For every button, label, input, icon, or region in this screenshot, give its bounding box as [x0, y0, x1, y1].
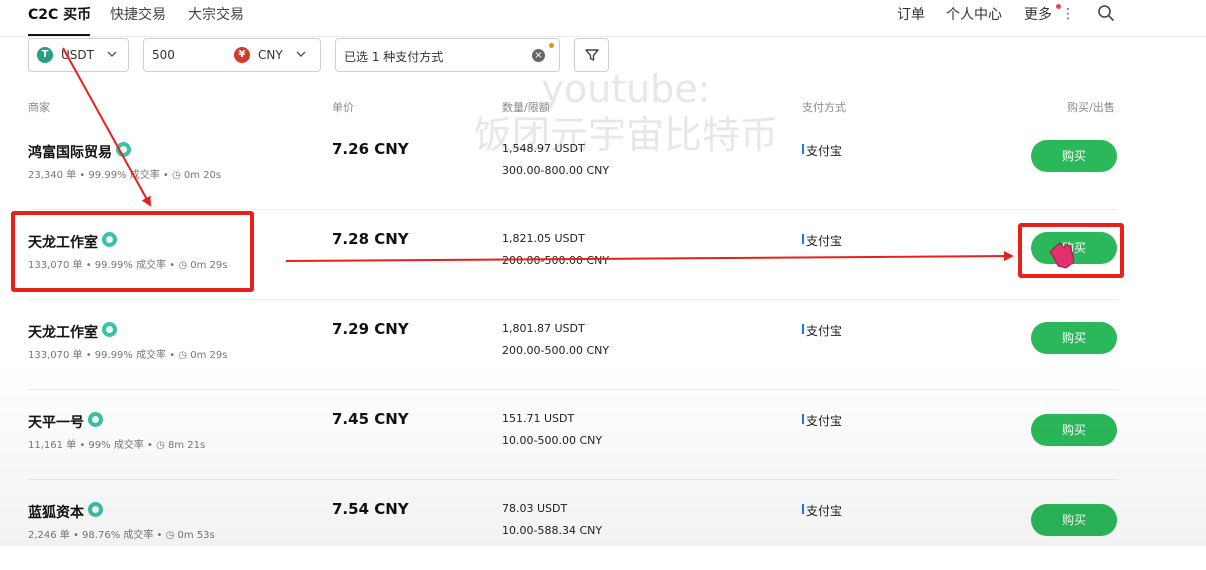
col-header-qty: 数量/限额: [502, 101, 550, 114]
cny-icon: ¥: [234, 47, 250, 63]
payment-marker: [802, 234, 804, 244]
filter-icon: [585, 49, 599, 61]
nav-personal-center[interactable]: 个人中心: [946, 4, 1002, 24]
col-header-price: 单价: [332, 101, 354, 114]
payment-method: 支付宝: [806, 414, 843, 428]
unit-price: 7.54 CNY: [332, 500, 409, 518]
col-header-action: 购买/出售: [1067, 101, 1115, 114]
table-row: 鸿富国际贸易 23,340 单 • 99.99% 成交率 • ◷ 0m 20s …: [0, 120, 1206, 210]
nav-orders[interactable]: 订单: [897, 4, 925, 24]
buy-button[interactable]: 购买: [1031, 504, 1117, 536]
table-row: 蓝狐资本 2,246 单 • 98.76% 成交率 • ◷ 0m 53s 7.5…: [0, 480, 1206, 570]
table-row: 天龙工作室 133,070 单 • 99.99% 成交率 • ◷ 0m 29s …: [0, 300, 1206, 390]
payment-marker: [802, 504, 804, 514]
more-dots-icon[interactable]: ⋮: [1061, 6, 1075, 22]
unit-price: 7.45 CNY: [332, 410, 409, 428]
merchant-stats: 2,246 单 • 98.76% 成交率 • ◷ 0m 53s: [28, 530, 215, 541]
watermark-line-1: youtube:: [541, 67, 711, 111]
table-row: 天平一号 11,161 单 • 99% 成交率 • ◷ 8m 21s 7.45 …: [0, 390, 1206, 480]
payment-method: 支付宝: [806, 504, 843, 518]
usdt-icon: T: [37, 47, 53, 63]
payment-marker: [802, 324, 804, 334]
col-header-payment: 支付方式: [802, 101, 846, 114]
unit-price: 7.28 CNY: [332, 230, 409, 248]
available-qty: 1,801.87 USDT: [502, 322, 585, 335]
chevron-down-icon[interactable]: [294, 47, 308, 61]
merchant-name[interactable]: 天平一号: [28, 412, 84, 432]
amount-input-group[interactable]: 500 ¥ CNY: [143, 38, 321, 72]
verified-icon: [88, 412, 103, 427]
payment-method: 支付宝: [806, 324, 843, 338]
verified-icon: [88, 502, 103, 517]
nav-more[interactable]: 更多: [1024, 4, 1052, 24]
available-qty: 1,821.05 USDT: [502, 232, 585, 245]
active-tab-indicator: [28, 34, 90, 36]
payment-method: 支付宝: [806, 234, 843, 248]
merchant-stats: 133,070 单 • 99.99% 成交率 • ◷ 0m 29s: [28, 350, 228, 361]
order-limit: 10.00-500.00 CNY: [502, 434, 603, 447]
payment-marker: [802, 144, 804, 154]
payment-marker: [802, 414, 804, 424]
order-limit: 200.00-500.00 CNY: [502, 254, 610, 267]
buy-button[interactable]: 购买: [1031, 322, 1117, 354]
chevron-down-icon: [107, 51, 117, 57]
currency-select-value[interactable]: CNY: [258, 48, 283, 62]
order-limit: 10.00-588.34 CNY: [502, 524, 603, 537]
unit-price: 7.26 CNY: [332, 140, 409, 158]
buy-button[interactable]: 购买: [1031, 140, 1117, 172]
coin-select-value: USDT: [61, 48, 94, 62]
payment-method-value: 已选 1 种支付方式: [344, 50, 444, 64]
merchant-stats: 11,161 单 • 99% 成交率 • ◷ 8m 21s: [28, 440, 206, 451]
payment-method: 支付宝: [806, 144, 843, 158]
filter-active-dot: [549, 43, 554, 48]
merchant-name[interactable]: 天龙工作室: [28, 322, 98, 342]
search-icon[interactable]: [1097, 4, 1115, 22]
verified-icon: [102, 322, 117, 337]
verified-icon: [116, 142, 131, 157]
available-qty: 78.03 USDT: [502, 502, 568, 515]
top-nav: C2C 买币 快捷交易 大宗交易 订单 个人中心 更多 ⋮: [0, 0, 1206, 37]
tab-block-trade[interactable]: 大宗交易: [188, 4, 244, 24]
coin-select[interactable]: T USDT: [28, 38, 129, 72]
merchant-name[interactable]: 鸿富国际贸易: [28, 142, 112, 162]
tab-quick-trade[interactable]: 快捷交易: [110, 4, 166, 24]
order-limit: 200.00-500.00 CNY: [502, 344, 610, 357]
available-qty: 151.71 USDT: [502, 412, 575, 425]
merchant-name[interactable]: 蓝狐资本: [28, 502, 84, 522]
buy-button[interactable]: 购买: [1031, 414, 1117, 446]
highlight-box-buy: [1018, 223, 1124, 278]
clear-icon[interactable]: ×: [532, 49, 545, 62]
available-qty: 1,548.97 USDT: [502, 142, 585, 155]
order-limit: 300.00-800.00 CNY: [502, 164, 610, 177]
highlight-box-merchant: [11, 211, 254, 292]
unit-price: 7.29 CNY: [332, 320, 409, 338]
merchant-stats: 23,340 单 • 99.99% 成交率 • ◷ 0m 20s: [28, 170, 222, 181]
tab-c2c-buy[interactable]: C2C 买币: [28, 4, 91, 24]
col-header-merchant: 商家: [28, 101, 50, 114]
amount-input[interactable]: 500: [152, 48, 175, 62]
